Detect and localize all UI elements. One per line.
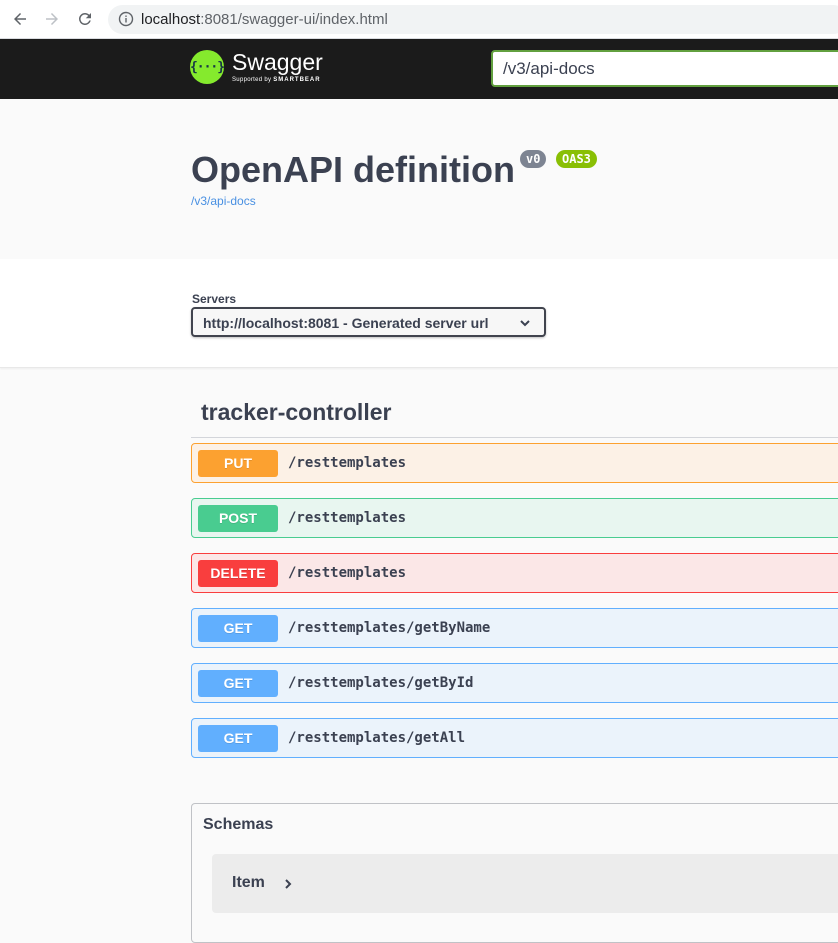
logo-name: Swagger <box>232 49 323 75</box>
version-badge: v0 <box>520 150 547 168</box>
operation-get-getall[interactable]: GET /resttemplates/getAll <box>191 718 838 758</box>
method-badge-get: GET <box>198 670 278 697</box>
chevron-right-icon <box>285 879 292 889</box>
operation-path: /resttemplates <box>288 565 407 581</box>
logo-subtitle: Supported by SMARTBEAR <box>232 76 323 84</box>
operation-path: /resttemplates <box>288 510 407 526</box>
swagger-topbar: {···} Swagger Supported by SMARTBEAR /v3… <box>0 39 838 99</box>
logo-text: Swagger Supported by SMARTBEAR <box>232 50 323 84</box>
operation-get-getbyid[interactable]: GET /resttemplates/getById <box>191 663 838 703</box>
operation-get-getbyname[interactable]: GET /resttemplates/getByName <box>191 608 838 648</box>
operation-post-resttemplates[interactable]: POST /resttemplates <box>191 498 838 538</box>
info-icon[interactable] <box>118 11 134 27</box>
method-badge-delete: DELETE <box>198 560 278 587</box>
servers-selected-value: http://localhost:8081 - Generated server… <box>203 315 489 331</box>
schemas-section: Schemas Item <box>191 803 838 943</box>
logo-sub-prefix: Supported by <box>232 77 272 83</box>
servers-select[interactable]: http://localhost:8081 - Generated server… <box>191 307 546 337</box>
servers-label: Servers <box>192 292 237 306</box>
operation-put-resttemplates[interactable]: PUT /resttemplates <box>191 443 838 483</box>
logo-sub-brand: SMARTBEAR <box>273 77 321 83</box>
reload-icon <box>78 12 91 25</box>
schema-item-item[interactable]: Item <box>212 854 838 913</box>
spec-link[interactable]: /v3/api-docs <box>191 194 256 208</box>
reload-button[interactable] <box>73 7 97 31</box>
url-text: localhost:8081/swagger-ui/index.html <box>141 11 388 28</box>
schema-name: Item <box>232 874 265 891</box>
url-path: :8081/swagger-ui/index.html <box>200 11 388 28</box>
url-host: localhost <box>141 11 201 28</box>
arrow-left-icon <box>14 13 26 25</box>
swagger-logo-icon: {···} <box>189 50 225 84</box>
operation-path: /resttemplates/getAll <box>288 730 466 746</box>
chevron-down-icon <box>520 320 530 327</box>
tag-divider <box>191 437 838 438</box>
operation-path: /resttemplates/getByName <box>288 620 491 636</box>
operation-path: /resttemplates <box>288 455 407 471</box>
page-title: OpenAPI definition <box>191 149 515 190</box>
tag-title[interactable]: tracker-controller <box>201 398 391 426</box>
back-button[interactable] <box>8 7 32 31</box>
method-badge-get: GET <box>198 725 278 752</box>
schemas-title[interactable]: Schemas <box>203 816 273 834</box>
spec-url-input[interactable]: /v3/api-docs <box>491 50 838 87</box>
address-bar[interactable]: localhost:8081/swagger-ui/index.html <box>108 5 838 34</box>
oas-badge: OAS3 <box>556 150 597 168</box>
forward-button[interactable] <box>40 7 64 31</box>
arrow-right-icon <box>46 13 58 25</box>
swagger-logo[interactable]: {···} Swagger Supported by SMARTBEAR <box>190 50 323 84</box>
operation-delete-resttemplates[interactable]: DELETE /resttemplates <box>191 553 838 593</box>
logo-glyph: {···} <box>189 59 225 75</box>
operation-path: /resttemplates/getById <box>288 675 474 691</box>
method-badge-put: PUT <box>198 450 278 477</box>
servers-section: Servers http://localhost:8081 - Generate… <box>0 259 838 368</box>
method-badge-post: POST <box>198 505 278 532</box>
info-section: OpenAPI definition v0 OAS3 /v3/api-docs <box>0 99 838 259</box>
browser-toolbar: localhost:8081/swagger-ui/index.html <box>0 0 838 39</box>
method-badge-get: GET <box>198 615 278 642</box>
